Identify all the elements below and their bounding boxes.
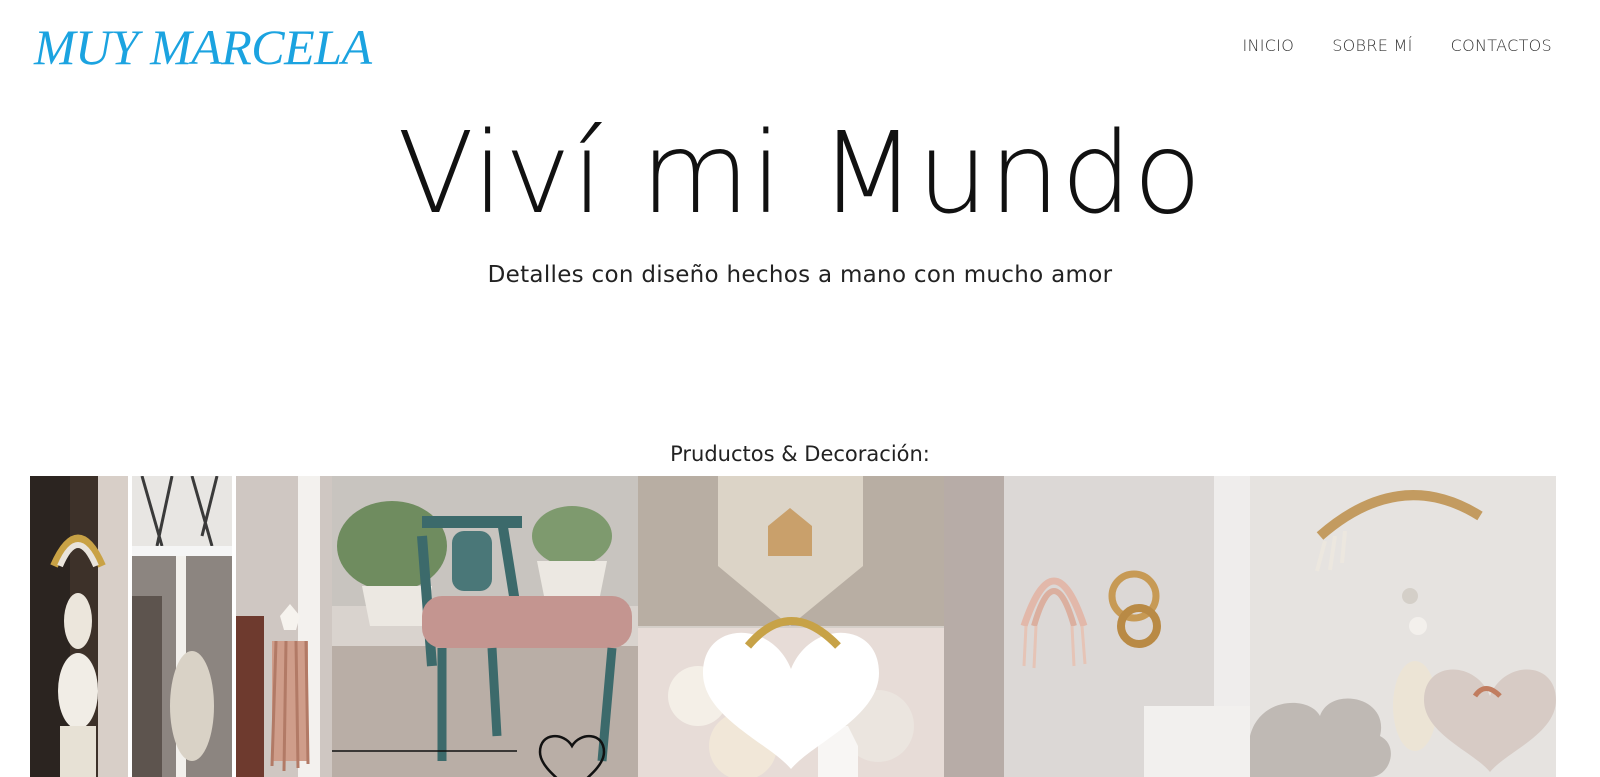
- gallery-image-3[interactable]: [232, 476, 332, 777]
- gallery-image-7[interactable]: [1250, 476, 1556, 777]
- chair-with-cushion-photo: [332, 476, 638, 777]
- gallery-image-6[interactable]: [944, 476, 1250, 777]
- macrame-rainbow-hanging-photo: [30, 476, 128, 777]
- lamp-with-macrame-photo: [132, 476, 232, 777]
- main-nav: INICIO SOBRE MÍ CONTACTOS: [1243, 36, 1553, 55]
- gallery-image-4[interactable]: [332, 476, 638, 777]
- site-logo[interactable]: MUY MARCELA: [34, 22, 372, 72]
- knit-heart-collage-photo: [638, 476, 944, 777]
- nav-contactos[interactable]: CONTACTOS: [1451, 36, 1552, 55]
- wall-rainbows-photo: [944, 476, 1250, 777]
- nav-inicio[interactable]: INICIO: [1243, 36, 1295, 55]
- gallery-image-5[interactable]: [638, 476, 944, 777]
- hero-title: Viví mi Mundo: [397, 109, 1203, 239]
- products-section-title: Pruductos & Decoración:: [670, 442, 930, 466]
- hero-subtitle: Detalles con diseño hechos a mano con mu…: [487, 262, 1113, 288]
- cloud-heart-mobile-photo: [1250, 476, 1556, 777]
- gallery-image-2[interactable]: [128, 476, 232, 777]
- gallery-image-1[interactable]: [30, 476, 128, 777]
- nav-sobre-mi[interactable]: SOBRE MÍ: [1332, 36, 1412, 55]
- tassel-hanging-photo: [236, 476, 332, 777]
- products-gallery: [30, 476, 1570, 777]
